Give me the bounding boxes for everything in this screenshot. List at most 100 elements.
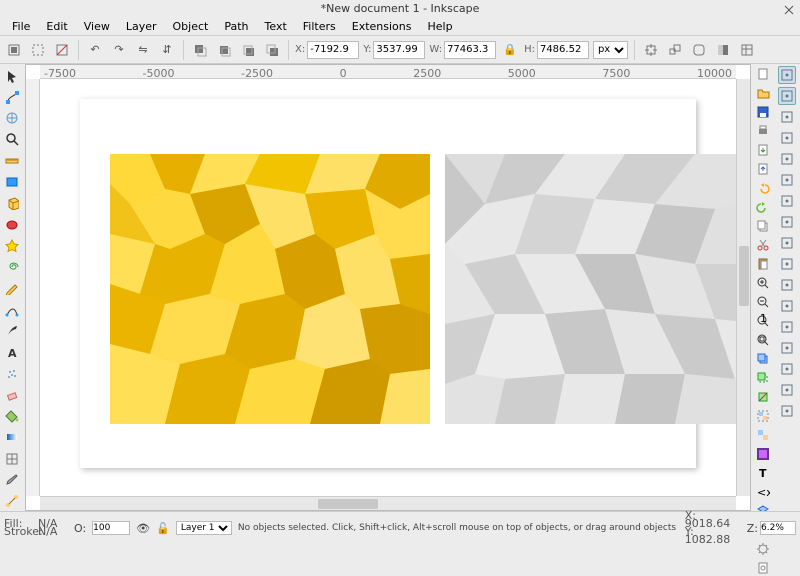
snap-bbox-toggle[interactable] xyxy=(778,87,796,105)
snap-node-toggle[interactable] xyxy=(778,171,796,189)
image-gray[interactable] xyxy=(445,154,736,424)
unclone-button[interactable] xyxy=(754,389,772,405)
bezier-tool[interactable] xyxy=(2,300,22,319)
affect-corner-icon[interactable] xyxy=(689,40,709,60)
layer-lock-icon[interactable]: 🔓 xyxy=(156,522,170,535)
rotate-cw-icon[interactable]: ↷ xyxy=(109,40,129,60)
flip-h-icon[interactable]: ⇋ xyxy=(133,40,153,60)
eraser-tool[interactable] xyxy=(2,385,22,404)
paste-button[interactable] xyxy=(754,256,772,272)
menu-text[interactable]: Text xyxy=(257,18,295,35)
snap-grid-toggle[interactable] xyxy=(778,381,796,399)
coord-y-input[interactable] xyxy=(373,41,425,59)
fill-stroke-values[interactable]: N/AN/A xyxy=(38,520,68,536)
ruler-horizontal[interactable]: -7500-5000-2500025005000750010000 xyxy=(40,65,736,79)
3dbox-tool[interactable] xyxy=(2,194,22,213)
dropper-tool[interactable] xyxy=(2,470,22,489)
new-button[interactable] xyxy=(754,66,772,82)
snap-line-mid-toggle[interactable] xyxy=(778,276,796,294)
menu-object[interactable]: Object xyxy=(165,18,217,35)
menu-layer[interactable]: Layer xyxy=(118,18,165,35)
zoom-out-button[interactable] xyxy=(754,294,772,310)
menu-edit[interactable]: Edit xyxy=(38,18,75,35)
doc-prefs-button[interactable] xyxy=(754,560,772,576)
zoom-tool[interactable] xyxy=(2,130,22,149)
calligraphy-tool[interactable] xyxy=(2,321,22,340)
arrow-tool[interactable] xyxy=(2,66,22,85)
zoom-page-button[interactable] xyxy=(754,332,772,348)
coord-h-input[interactable] xyxy=(537,41,589,59)
bucket-tool[interactable] xyxy=(2,407,22,426)
raise-top-icon[interactable] xyxy=(190,40,210,60)
gradient-tool[interactable] xyxy=(2,428,22,447)
affect-scale-icon[interactable] xyxy=(665,40,685,60)
lower-icon[interactable] xyxy=(238,40,258,60)
connector-tool[interactable] xyxy=(2,492,22,511)
coord-w-input[interactable] xyxy=(444,41,496,59)
zoom-input[interactable] xyxy=(760,521,796,535)
star-poly-tool[interactable] xyxy=(2,236,22,255)
close-icon[interactable] xyxy=(784,3,794,13)
zoom-fit-button[interactable]: 1 xyxy=(754,313,772,329)
open-button[interactable] xyxy=(754,85,772,101)
zoom-in-button[interactable] xyxy=(754,275,772,291)
snap-bbox-mid-toggle[interactable] xyxy=(778,150,796,168)
snap-bbox-corner-toggle[interactable] xyxy=(778,129,796,147)
layer-select[interactable]: Layer 1 xyxy=(176,521,232,535)
cut-button[interactable] xyxy=(754,237,772,253)
node-tool[interactable] xyxy=(2,87,22,106)
layer-visibility-icon[interactable]: 👁 xyxy=(136,522,150,535)
menu-filters[interactable]: Filters xyxy=(295,18,344,35)
ungroup-button[interactable] xyxy=(754,427,772,443)
affect-gradient-icon[interactable] xyxy=(713,40,733,60)
select-all-layers-icon[interactable] xyxy=(4,40,24,60)
pencil-tool[interactable] xyxy=(2,279,22,298)
snap-bbox-edge-toggle[interactable] xyxy=(778,108,796,126)
select-all-icon[interactable] xyxy=(28,40,48,60)
ruler-vertical[interactable] xyxy=(26,79,40,496)
mesh-tool[interactable] xyxy=(2,449,22,468)
snap-intersect-toggle[interactable] xyxy=(778,213,796,231)
coord-x-input[interactable] xyxy=(307,41,359,59)
import-button[interactable] xyxy=(754,142,772,158)
snap-object-mid-toggle[interactable] xyxy=(778,297,796,315)
affect-pattern-icon[interactable] xyxy=(737,40,757,60)
spiral-tool[interactable] xyxy=(2,258,22,277)
menu-file[interactable]: File xyxy=(4,18,38,35)
tweak-tool[interactable] xyxy=(2,109,22,128)
snap-cusp-toggle[interactable] xyxy=(778,234,796,252)
flip-v-icon[interactable]: ⇵ xyxy=(157,40,177,60)
menu-help[interactable]: Help xyxy=(419,18,460,35)
unit-select[interactable]: px xyxy=(593,41,628,59)
snap-master-toggle[interactable] xyxy=(778,66,796,84)
text-tool-button[interactable]: T xyxy=(754,465,772,481)
print-button[interactable] xyxy=(754,123,772,139)
snap-smooth-toggle[interactable] xyxy=(778,255,796,273)
menu-path[interactable]: Path xyxy=(216,18,256,35)
snap-page-toggle[interactable] xyxy=(778,360,796,378)
redo-button[interactable] xyxy=(754,199,772,215)
measure-tool[interactable] xyxy=(2,151,22,170)
undo-button[interactable] xyxy=(754,180,772,196)
text-tool[interactable]: A xyxy=(2,343,22,362)
opacity-input[interactable] xyxy=(92,521,130,535)
duplicate-button[interactable] xyxy=(754,351,772,367)
canvas[interactable] xyxy=(40,79,736,496)
lock-aspect-icon[interactable]: 🔒 xyxy=(500,40,520,60)
menu-view[interactable]: View xyxy=(76,18,118,35)
fill-stroke-button[interactable] xyxy=(754,446,772,462)
group-button[interactable] xyxy=(754,408,772,424)
snap-rotation-toggle[interactable] xyxy=(778,318,796,336)
xml-button[interactable]: <x> xyxy=(754,484,772,500)
menu-extensions[interactable]: Extensions xyxy=(344,18,420,35)
save-button[interactable] xyxy=(754,104,772,120)
ellipse-tool[interactable] xyxy=(2,215,22,234)
copy-button[interactable] xyxy=(754,218,772,234)
clone-button[interactable] xyxy=(754,370,772,386)
rotate-ccw-icon[interactable]: ↶ xyxy=(85,40,105,60)
snap-path-toggle[interactable] xyxy=(778,192,796,210)
scrollbar-vertical[interactable] xyxy=(736,79,750,496)
rect-tool[interactable] xyxy=(2,172,22,191)
image-yellow[interactable] xyxy=(110,154,430,424)
lower-bottom-icon[interactable] xyxy=(262,40,282,60)
